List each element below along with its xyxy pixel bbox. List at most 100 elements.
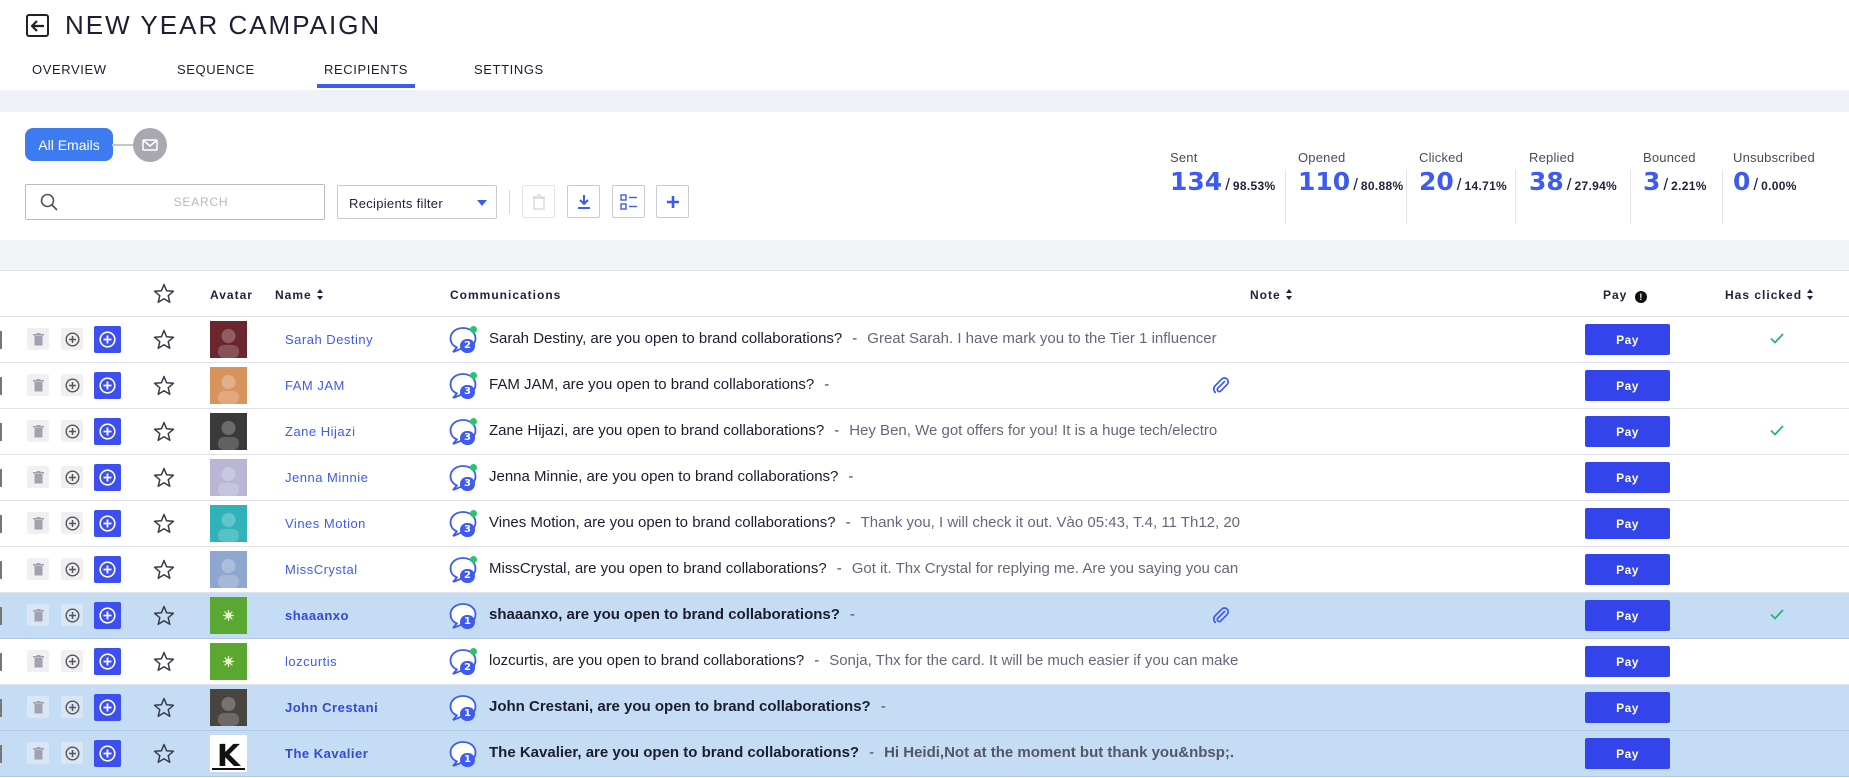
delete-row-button[interactable] <box>27 466 49 488</box>
communication-preview[interactable]: FAM JAM, are you open to brand collabora… <box>489 376 1241 398</box>
row-select-handle[interactable] <box>0 653 2 671</box>
row-select-handle[interactable] <box>0 469 2 487</box>
add-note-button[interactable] <box>61 512 83 534</box>
pay-button[interactable]: Pay <box>1585 600 1670 631</box>
add-to-list-button[interactable] <box>94 510 121 537</box>
star-icon[interactable] <box>152 328 176 352</box>
add-note-button[interactable] <box>61 650 83 672</box>
chat-bubble-icon[interactable]: 2 <box>448 647 478 677</box>
pay-button[interactable]: Pay <box>1585 554 1670 585</box>
row-select-handle[interactable] <box>0 607 2 625</box>
chat-bubble-icon[interactable]: 3 <box>448 417 478 447</box>
add-to-list-button[interactable] <box>94 740 121 767</box>
chat-bubble-icon[interactable]: 1 <box>448 739 478 769</box>
communication-preview[interactable]: Vines Motion, are you open to brand coll… <box>489 514 1241 536</box>
add-note-button[interactable] <box>61 328 83 350</box>
star-icon[interactable] <box>152 696 176 720</box>
download-button[interactable] <box>567 185 600 218</box>
recipients-filter-select[interactable]: Recipients filter <box>337 185 497 219</box>
email-step-button[interactable] <box>133 128 167 162</box>
recipient-name-link[interactable]: FAM JAM <box>285 378 345 393</box>
add-note-button[interactable] <box>61 604 83 626</box>
chat-bubble-icon[interactable]: 2 <box>448 555 478 585</box>
recipient-name-link[interactable]: shaaanxo <box>285 608 349 623</box>
communication-preview[interactable]: John Crestani, are you open to brand col… <box>489 698 1241 720</box>
pay-button[interactable]: Pay <box>1585 370 1670 401</box>
chat-bubble-icon[interactable]: 3 <box>448 463 478 493</box>
add-note-button[interactable] <box>61 558 83 580</box>
tab-settings[interactable]: SETTINGS <box>474 62 544 77</box>
recipient-name-link[interactable]: John Crestani <box>285 700 378 715</box>
communication-preview[interactable]: Sarah Destiny, are you open to brand col… <box>489 330 1241 352</box>
communication-preview[interactable]: Jenna Minnie, are you open to brand coll… <box>489 468 1241 490</box>
paperclip-icon[interactable] <box>1211 605 1231 625</box>
communication-preview[interactable]: The Kavalier, are you open to brand coll… <box>489 744 1241 766</box>
add-to-list-button[interactable] <box>94 556 121 583</box>
star-icon[interactable] <box>152 512 176 536</box>
column-header-note[interactable]: Note <box>1250 288 1293 302</box>
communication-preview[interactable]: Zane Hijazi, are you open to brand colla… <box>489 422 1241 444</box>
recipient-name-link[interactable]: MissCrystal <box>285 562 358 577</box>
star-icon[interactable] <box>152 604 176 628</box>
delete-row-button[interactable] <box>27 650 49 672</box>
delete-selected-button[interactable] <box>522 185 555 218</box>
chat-bubble-icon[interactable]: 1 <box>448 693 478 723</box>
row-select-handle[interactable] <box>0 561 2 579</box>
list-view-button[interactable] <box>612 185 645 218</box>
recipient-name-link[interactable]: Jenna Minnie <box>285 470 368 485</box>
delete-row-button[interactable] <box>27 696 49 718</box>
delete-row-button[interactable] <box>27 558 49 580</box>
delete-row-button[interactable] <box>27 512 49 534</box>
star-icon[interactable] <box>152 558 176 582</box>
pay-button[interactable]: Pay <box>1585 646 1670 677</box>
add-to-list-button[interactable] <box>94 372 121 399</box>
delete-row-button[interactable] <box>27 328 49 350</box>
star-icon[interactable] <box>152 650 176 674</box>
add-recipient-button[interactable] <box>656 185 689 218</box>
pay-button[interactable]: Pay <box>1585 462 1670 493</box>
tab-overview[interactable]: OVERVIEW <box>32 62 107 77</box>
pay-button[interactable]: Pay <box>1585 508 1670 539</box>
row-select-handle[interactable] <box>0 377 2 395</box>
back-button[interactable] <box>26 14 49 37</box>
communication-preview[interactable]: lozcurtis, are you open to brand collabo… <box>489 652 1241 674</box>
row-select-handle[interactable] <box>0 699 2 717</box>
recipient-name-link[interactable]: lozcurtis <box>285 654 337 669</box>
row-select-handle[interactable] <box>0 515 2 533</box>
star-icon[interactable] <box>152 374 176 398</box>
tab-recipients[interactable]: RECIPIENTS <box>316 62 416 88</box>
add-note-button[interactable] <box>61 420 83 442</box>
row-select-handle[interactable] <box>0 331 2 349</box>
delete-row-button[interactable] <box>27 420 49 442</box>
star-icon[interactable] <box>152 466 176 490</box>
pay-button[interactable]: Pay <box>1585 416 1670 447</box>
star-icon[interactable] <box>152 420 176 444</box>
add-to-list-button[interactable] <box>94 326 121 353</box>
info-icon[interactable]: ! <box>1635 291 1648 303</box>
star-icon[interactable] <box>152 282 176 306</box>
pay-button[interactable]: Pay <box>1585 324 1670 355</box>
chat-bubble-icon[interactable]: 3 <box>448 509 478 539</box>
chat-bubble-icon[interactable]: 3 <box>448 371 478 401</box>
recipient-name-link[interactable]: The Kavalier <box>285 746 368 761</box>
communication-preview[interactable]: MissCrystal, are you open to brand colla… <box>489 560 1241 582</box>
delete-row-button[interactable] <box>27 604 49 626</box>
row-select-handle[interactable] <box>0 745 2 763</box>
pay-button[interactable]: Pay <box>1585 692 1670 723</box>
add-note-button[interactable] <box>61 742 83 764</box>
column-header-has-clicked[interactable]: Has clicked <box>1725 288 1814 302</box>
recipient-name-link[interactable]: Zane Hijazi <box>285 424 356 439</box>
add-to-list-button[interactable] <box>94 648 121 675</box>
tab-sequence[interactable]: SEQUENCE <box>177 62 255 77</box>
chat-bubble-icon[interactable]: 1 <box>448 601 478 631</box>
add-to-list-button[interactable] <box>94 694 121 721</box>
add-note-button[interactable] <box>61 696 83 718</box>
pay-button[interactable]: Pay <box>1585 738 1670 769</box>
add-to-list-button[interactable] <box>94 464 121 491</box>
search-input[interactable]: SEARCH <box>25 184 325 220</box>
star-icon[interactable] <box>152 742 176 766</box>
add-note-button[interactable] <box>61 466 83 488</box>
row-select-handle[interactable] <box>0 423 2 441</box>
add-to-list-button[interactable] <box>94 602 121 629</box>
chat-bubble-icon[interactable]: 2 <box>448 325 478 355</box>
